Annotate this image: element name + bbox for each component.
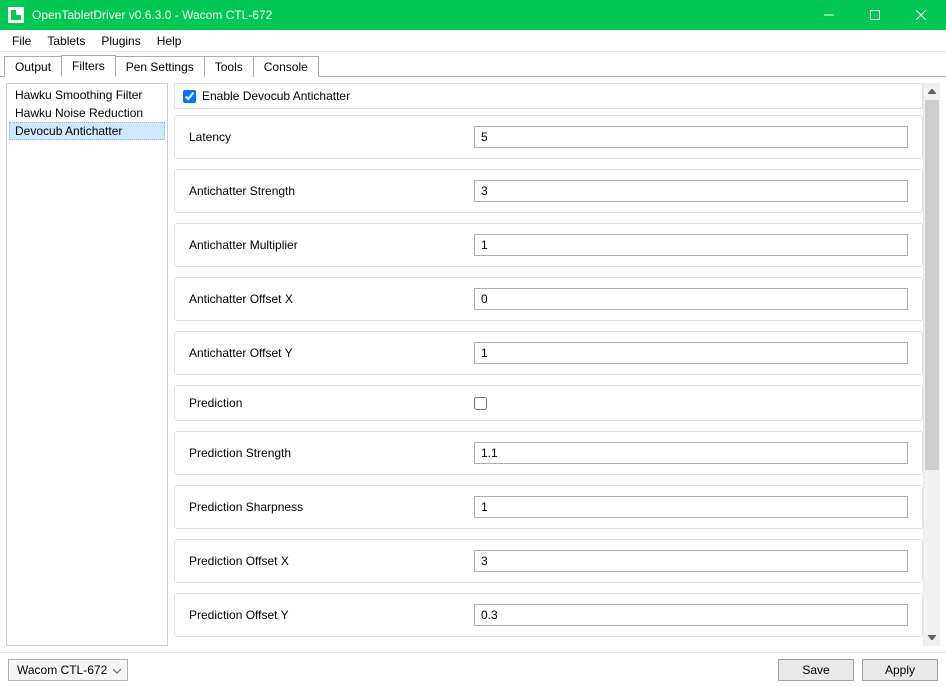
tab-pen-settings[interactable]: Pen Settings: [115, 56, 205, 77]
param-antichatter-multiplier: Antichatter Multiplier: [174, 223, 923, 267]
param-latency: Latency: [174, 115, 923, 159]
param-antichatter-strength-input[interactable]: [474, 180, 908, 202]
filter-item-hawku-smoothing[interactable]: Hawku Smoothing Filter: [9, 86, 165, 104]
app-icon: [8, 7, 24, 23]
enable-checkbox[interactable]: [183, 90, 196, 103]
param-prediction-sharpness-input[interactable]: [474, 496, 908, 518]
param-prediction-offset-y-label: Prediction Offset Y: [189, 608, 474, 622]
minimize-button[interactable]: [806, 0, 852, 30]
save-button[interactable]: Save: [778, 659, 854, 681]
maximize-icon: [870, 10, 880, 20]
menubar: File Tablets Plugins Help: [0, 30, 946, 52]
param-prediction-offset-x-input[interactable]: [474, 550, 908, 572]
enable-label: Enable Devocub Antichatter: [202, 89, 350, 103]
titlebar: OpenTabletDriver v0.6.3.0 - Wacom CTL-67…: [0, 0, 946, 30]
param-antichatter-strength-label: Antichatter Strength: [189, 184, 474, 198]
param-antichatter-multiplier-label: Antichatter Multiplier: [189, 238, 474, 252]
settings-panel: Enable Devocub Antichatter Latency Antic…: [174, 83, 940, 646]
apply-button[interactable]: Apply: [862, 659, 938, 681]
param-antichatter-strength: Antichatter Strength: [174, 169, 923, 213]
param-prediction-checkbox[interactable]: [474, 397, 487, 410]
param-prediction-offset-y-input[interactable]: [474, 604, 908, 626]
chevron-down-icon: [928, 635, 936, 640]
scrollbar-up[interactable]: [924, 83, 940, 100]
window-title: OpenTabletDriver v0.6.3.0 - Wacom CTL-67…: [32, 8, 806, 22]
maximize-button[interactable]: [852, 0, 898, 30]
param-antichatter-offset-x: Antichatter Offset X: [174, 277, 923, 321]
filter-item-devocub-antichatter[interactable]: Devocub Antichatter: [9, 122, 165, 140]
param-latency-label: Latency: [189, 130, 474, 144]
enable-row: Enable Devocub Antichatter: [174, 83, 923, 109]
param-prediction-offset-x-label: Prediction Offset X: [189, 554, 474, 568]
filter-list: Hawku Smoothing Filter Hawku Noise Reduc…: [6, 83, 168, 646]
tab-tools[interactable]: Tools: [204, 56, 254, 77]
menu-file[interactable]: File: [4, 32, 39, 50]
param-antichatter-offset-x-input[interactable]: [474, 288, 908, 310]
scrollbar-down[interactable]: [924, 629, 940, 646]
param-prediction-sharpness-label: Prediction Sharpness: [189, 500, 474, 514]
filter-item-hawku-noise[interactable]: Hawku Noise Reduction: [9, 104, 165, 122]
close-icon: [916, 10, 926, 20]
content-area: Hawku Smoothing Filter Hawku Noise Reduc…: [0, 77, 946, 652]
tab-filters[interactable]: Filters: [61, 55, 116, 77]
scrollbar[interactable]: [923, 83, 940, 646]
param-antichatter-multiplier-input[interactable]: [474, 234, 908, 256]
tabbar: Output Filters Pen Settings Tools Consol…: [0, 52, 946, 77]
scrollbar-thumb[interactable]: [925, 100, 939, 470]
device-select[interactable]: Wacom CTL-672: [8, 659, 128, 681]
menu-help[interactable]: Help: [149, 32, 190, 50]
tab-output[interactable]: Output: [4, 56, 62, 77]
param-prediction: Prediction: [174, 385, 923, 421]
param-latency-input[interactable]: [474, 126, 908, 148]
device-select-value: Wacom CTL-672: [17, 663, 107, 677]
param-prediction-strength-input[interactable]: [474, 442, 908, 464]
param-prediction-label: Prediction: [189, 396, 474, 410]
tab-console[interactable]: Console: [253, 56, 319, 77]
window-controls: [806, 0, 944, 30]
chevron-up-icon: [928, 89, 936, 94]
menu-plugins[interactable]: Plugins: [93, 32, 148, 50]
param-prediction-offset-x: Prediction Offset X: [174, 539, 923, 583]
param-antichatter-offset-y-input[interactable]: [474, 342, 908, 364]
chevron-down-icon: [113, 663, 121, 677]
param-antichatter-offset-y: Antichatter Offset Y: [174, 331, 923, 375]
param-antichatter-offset-y-label: Antichatter Offset Y: [189, 346, 474, 360]
param-prediction-strength: Prediction Strength: [174, 431, 923, 475]
close-button[interactable]: [898, 0, 944, 30]
param-prediction-offset-y: Prediction Offset Y: [174, 593, 923, 637]
minimize-icon: [824, 10, 834, 20]
menu-tablets[interactable]: Tablets: [39, 32, 93, 50]
footer: Wacom CTL-672 Save Apply: [0, 652, 946, 686]
param-prediction-strength-label: Prediction Strength: [189, 446, 474, 460]
param-prediction-sharpness: Prediction Sharpness: [174, 485, 923, 529]
param-antichatter-offset-x-label: Antichatter Offset X: [189, 292, 474, 306]
